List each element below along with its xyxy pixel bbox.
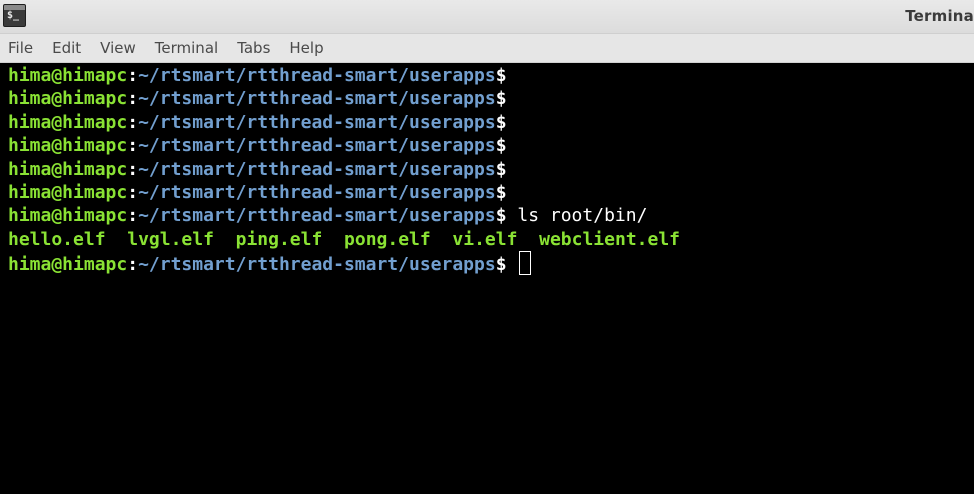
prompt-sign: $ — [495, 181, 507, 203]
prompt-sign: $ — [495, 158, 507, 180]
prompt-userhost: hima@himapc — [8, 254, 128, 276]
prompt-separator: : — [127, 181, 139, 203]
menu-terminal[interactable]: Terminal — [155, 39, 218, 57]
title-bar[interactable]: $_ Termina — [0, 0, 974, 34]
window-title: Termina — [905, 7, 974, 25]
ls-file-entry: lvgl.elf — [127, 228, 214, 250]
icon-glyph: $_ — [7, 10, 20, 21]
prompt-sign: $ — [495, 205, 507, 227]
prompt-separator: : — [127, 135, 139, 157]
prompt-separator: : — [127, 111, 139, 133]
prompt-line: hima@himapc:~/rtsmart/rtthread-smart/use… — [8, 158, 974, 181]
menu-view[interactable]: View — [100, 39, 136, 57]
command-line: hima@himapc:~/rtsmart/rtthread-smart/use… — [8, 204, 974, 227]
prompt-separator: : — [127, 158, 139, 180]
prompt-path: ~/rtsmart/rtthread-smart/userapps — [138, 65, 496, 86]
text-cursor — [519, 251, 532, 276]
prompt-sign: $ — [495, 111, 507, 133]
terminal-window: $_ Termina File Edit View Terminal Tabs … — [0, 0, 974, 494]
prompt-userhost: hima@himapc — [8, 181, 128, 203]
prompt-line: hima@himapc:~/rtsmart/rtthread-smart/use… — [8, 64, 974, 87]
prompt-line: hima@himapc:~/rtsmart/rtthread-smart/use… — [8, 134, 974, 157]
menu-edit[interactable]: Edit — [52, 39, 81, 57]
prompt-line: hima@himapc:~/rtsmart/rtthread-smart/use… — [8, 87, 974, 110]
prompt-userhost: hima@himapc — [8, 88, 128, 110]
prompt-userhost: hima@himapc — [8, 205, 128, 227]
menu-file[interactable]: File — [8, 39, 33, 57]
ls-file-entry: hello.elf — [8, 228, 106, 250]
prompt-separator: : — [127, 65, 139, 86]
ls-file-entry: pong.elf — [344, 228, 431, 250]
ls-output-line: hello.elf lvgl.elf ping.elf pong.elf vi.… — [8, 228, 974, 251]
prompt-line: hima@himapc:~/rtsmart/rtthread-smart/use… — [8, 181, 974, 204]
prompt-path: ~/rtsmart/rtthread-smart/userapps — [138, 111, 496, 133]
command-text: ls root/bin/ — [517, 205, 648, 227]
terminal-output[interactable]: hima@himapc:~/rtsmart/rtthread-smart/use… — [0, 63, 974, 494]
prompt-path: ~/rtsmart/rtthread-smart/userapps — [138, 135, 496, 157]
prompt-line: hima@himapc:~/rtsmart/rtthread-smart/use… — [8, 111, 974, 134]
terminal-app-icon[interactable]: $_ — [3, 4, 26, 27]
prompt-path: ~/rtsmart/rtthread-smart/userapps — [138, 158, 496, 180]
active-prompt-line: hima@himapc:~/rtsmart/rtthread-smart/use… — [8, 251, 974, 276]
ls-file-entry: vi.elf — [452, 228, 518, 250]
prompt-userhost: hima@himapc — [8, 111, 128, 133]
ls-file-entry: ping.elf — [235, 228, 323, 250]
prompt-separator: : — [127, 254, 139, 276]
prompt-sign: $ — [495, 65, 507, 86]
ls-file-entry: webclient.elf — [539, 228, 681, 250]
prompt-separator: : — [127, 205, 139, 227]
menu-tabs[interactable]: Tabs — [237, 39, 270, 57]
prompt-sign: $ — [495, 254, 507, 276]
prompt-userhost: hima@himapc — [8, 135, 128, 157]
prompt-userhost: hima@himapc — [8, 158, 128, 180]
prompt-path: ~/rtsmart/rtthread-smart/userapps — [138, 205, 496, 227]
prompt-userhost: hima@himapc — [8, 65, 128, 86]
prompt-path: ~/rtsmart/rtthread-smart/userapps — [138, 181, 496, 203]
prompt-path: ~/rtsmart/rtthread-smart/userapps — [138, 88, 496, 110]
prompt-separator: : — [127, 88, 139, 110]
prompt-path: ~/rtsmart/rtthread-smart/userapps — [138, 254, 496, 276]
menu-bar: File Edit View Terminal Tabs Help — [0, 34, 974, 63]
prompt-sign: $ — [495, 135, 507, 157]
prompt-sign: $ — [495, 88, 507, 110]
menu-help[interactable]: Help — [289, 39, 323, 57]
